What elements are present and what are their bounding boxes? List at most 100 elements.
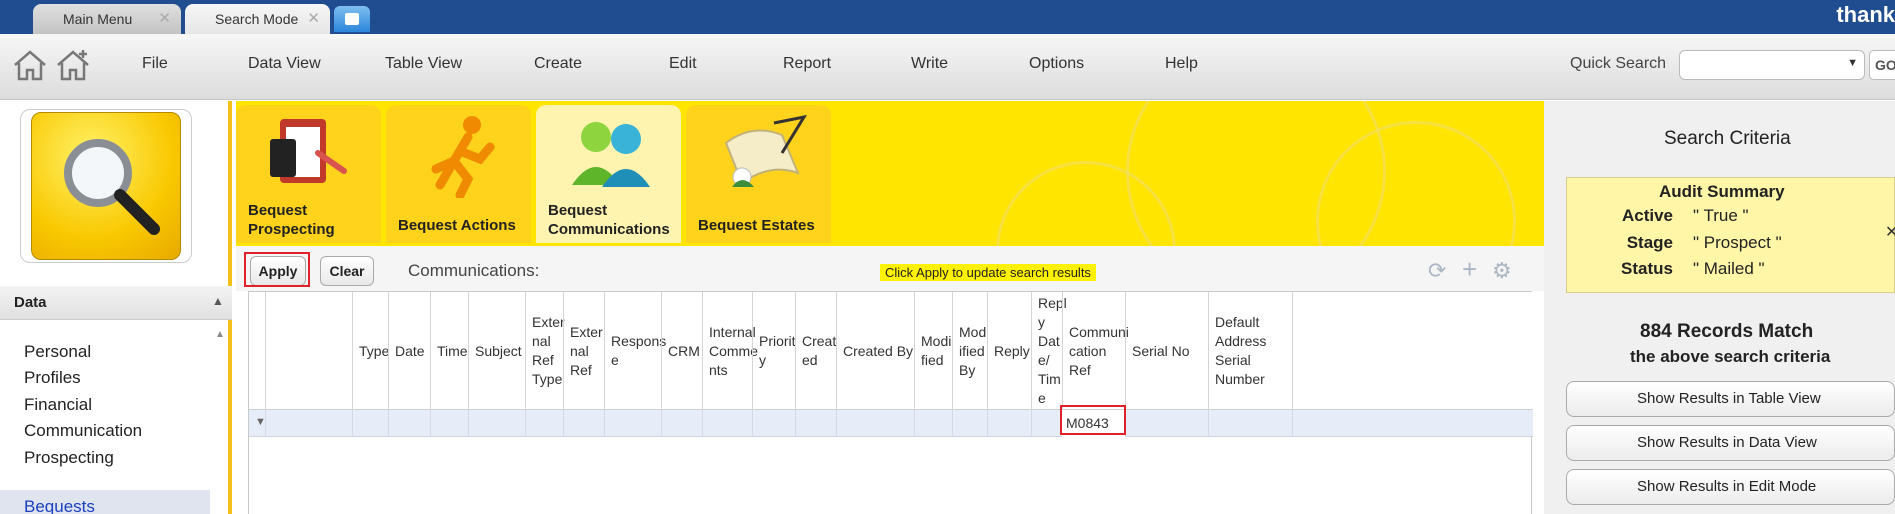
- show-edit-mode-button[interactable]: Show Results in Edit Mode: [1566, 469, 1895, 505]
- column-header[interactable]: Subject: [468, 292, 525, 410]
- new-tab-button[interactable]: [334, 6, 370, 32]
- column-header-priority[interactable]: Priorit y: [752, 292, 796, 410]
- audit-summary-title: Audit Summary: [1659, 182, 1785, 201]
- remove-criteria-icon[interactable]: ✕: [1885, 222, 1895, 242]
- highlight-box: [244, 252, 310, 287]
- show-table-view-button[interactable]: Show Results in Table View: [1566, 381, 1895, 417]
- gear-icon[interactable]: ⚙: [1492, 258, 1512, 284]
- add-icon[interactable]: +: [1462, 254, 1477, 285]
- menu-create[interactable]: Create: [534, 55, 582, 73]
- column-header[interactable]: CRM: [661, 292, 702, 410]
- filter-cell[interactable]: [388, 410, 430, 437]
- scroll-up-icon[interactable]: ▲: [215, 329, 225, 340]
- column-header-internal-comments[interactable]: Internal Comme nts: [702, 292, 758, 410]
- column-header-created[interactable]: Creat ed: [795, 292, 836, 410]
- column-header-reply-date-time[interactable]: Repl y Dat e/Tim e: [1031, 292, 1067, 410]
- scroll-quill-icon: [724, 114, 808, 187]
- menu-report[interactable]: Report: [783, 55, 831, 73]
- column-header-communication-ref[interactable]: Communi cation Ref: [1062, 292, 1129, 410]
- column-header-end: [1292, 292, 1307, 410]
- menu-write[interactable]: Write: [911, 55, 948, 73]
- filter-cell[interactable]: [752, 410, 795, 437]
- category-bequest-prospecting[interactable]: Bequest Prospecting: [236, 105, 381, 243]
- column-header[interactable]: Serial No: [1125, 292, 1208, 410]
- grid-header: Type Date Time Subject Exter nal Ref Type E…: [249, 292, 1533, 410]
- tab-label: Search Mode: [215, 11, 299, 27]
- column-header-modified[interactable]: Modi fied: [914, 292, 952, 410]
- filter-cell[interactable]: [914, 410, 952, 437]
- data-section-header[interactable]: Data ▲: [0, 286, 232, 320]
- audit-key: Active: [1621, 206, 1673, 225]
- filter-cell[interactable]: [795, 410, 836, 437]
- sidebar-item-prospecting[interactable]: Prospecting: [24, 448, 114, 468]
- menu-data-view[interactable]: Data View: [248, 55, 321, 73]
- quick-search-input[interactable]: ▼: [1679, 50, 1865, 80]
- filter-cell[interactable]: [1208, 410, 1292, 437]
- menu-help[interactable]: Help: [1165, 55, 1198, 73]
- filter-cell[interactable]: [1125, 410, 1208, 437]
- column-header-modified-by[interactable]: Mod ified By: [952, 292, 987, 410]
- tab-search-mode[interactable]: Search Mode ✕: [185, 4, 330, 34]
- filter-cell[interactable]: [352, 410, 388, 437]
- audit-summary-box: Audit Summary Active " True " Stage " Pr…: [1566, 177, 1895, 293]
- menu-table-view[interactable]: Table View: [385, 55, 462, 73]
- filter-cell[interactable]: [604, 410, 661, 437]
- filter-cell[interactable]: [987, 410, 1031, 437]
- column-header[interactable]: Reply: [987, 292, 1031, 410]
- dropdown-arrow-icon[interactable]: ▼: [1847, 57, 1858, 69]
- menu-edit[interactable]: Edit: [669, 55, 697, 73]
- filter-cell[interactable]: [430, 410, 468, 437]
- search-tile-background: [31, 112, 181, 260]
- sidebar-item-personal[interactable]: Personal: [24, 342, 91, 362]
- filter-cell[interactable]: [525, 410, 563, 437]
- filter-row: ▼ M0843: [249, 405, 1533, 437]
- category-band: Bequest Prospecting Bequest Actions Beque…: [236, 101, 1544, 246]
- sidebar-item-financial[interactable]: Financial: [24, 395, 92, 415]
- filter-cell: [1292, 410, 1307, 437]
- refresh-icon[interactable]: ⟳: [1428, 258, 1446, 284]
- column-header-response[interactable]: Respons e: [604, 292, 666, 410]
- top-tab-bar: Main Menu ✕ Search Mode ✕ thank: [0, 0, 1895, 34]
- filter-cell[interactable]: [265, 410, 352, 437]
- column-header-external-ref[interactable]: Exter nal Ref: [563, 292, 604, 410]
- clear-button[interactable]: Clear: [320, 256, 374, 286]
- chevron-up-icon[interactable]: ▲: [212, 294, 224, 308]
- category-label: Bequest Prospecting: [248, 202, 335, 238]
- column-header-default-address-serial-number[interactable]: Default Address Serial Number: [1208, 292, 1292, 410]
- column-header[interactable]: Time: [430, 292, 468, 410]
- filter-cell[interactable]: [1031, 410, 1062, 437]
- filter-cell[interactable]: [563, 410, 604, 437]
- tab-main-menu[interactable]: Main Menu ✕: [33, 4, 181, 34]
- sidebar-item-bequests[interactable]: Bequests: [24, 497, 95, 514]
- filter-cell[interactable]: [702, 410, 752, 437]
- go-button[interactable]: GO: [1869, 50, 1895, 80]
- category-bequest-communications[interactable]: Bequest Communications: [536, 105, 681, 243]
- column-header[interactable]: Type: [352, 292, 389, 410]
- column-header[interactable]: Date: [388, 292, 430, 410]
- data-section-label: Data: [14, 294, 47, 311]
- category-bequest-estates[interactable]: Bequest Estates: [686, 105, 831, 243]
- close-icon[interactable]: ✕: [158, 4, 171, 34]
- column-header-blank: [265, 292, 352, 410]
- new-tab-icon: [345, 13, 359, 25]
- home-icon[interactable]: [12, 48, 48, 82]
- menu-file[interactable]: File: [142, 55, 168, 73]
- records-count: 884 Records Match: [1640, 321, 1814, 342]
- main-content: Bequest Prospecting Bequest Actions Beque…: [236, 101, 1544, 514]
- highlight-box: [1060, 405, 1126, 435]
- add-home-icon[interactable]: [55, 48, 91, 82]
- category-bequest-actions[interactable]: Bequest Actions: [386, 105, 531, 243]
- filter-cell[interactable]: [952, 410, 987, 437]
- magnifier-icon: [64, 139, 160, 235]
- sidebar-item-communication[interactable]: Communication: [24, 421, 142, 441]
- filter-cell[interactable]: [661, 410, 702, 437]
- audit-value: " True ": [1693, 206, 1749, 225]
- filter-cell[interactable]: [468, 410, 525, 437]
- menu-options[interactable]: Options: [1029, 55, 1084, 73]
- filter-cell[interactable]: [836, 410, 914, 437]
- column-header-external-ref-type[interactable]: Exter nal Ref Type: [525, 292, 565, 410]
- column-header[interactable]: Created By: [836, 292, 914, 410]
- show-data-view-button[interactable]: Show Results in Data View: [1566, 425, 1895, 461]
- sidebar-item-profiles[interactable]: Profiles: [24, 368, 81, 388]
- close-icon[interactable]: ✕: [307, 4, 320, 34]
